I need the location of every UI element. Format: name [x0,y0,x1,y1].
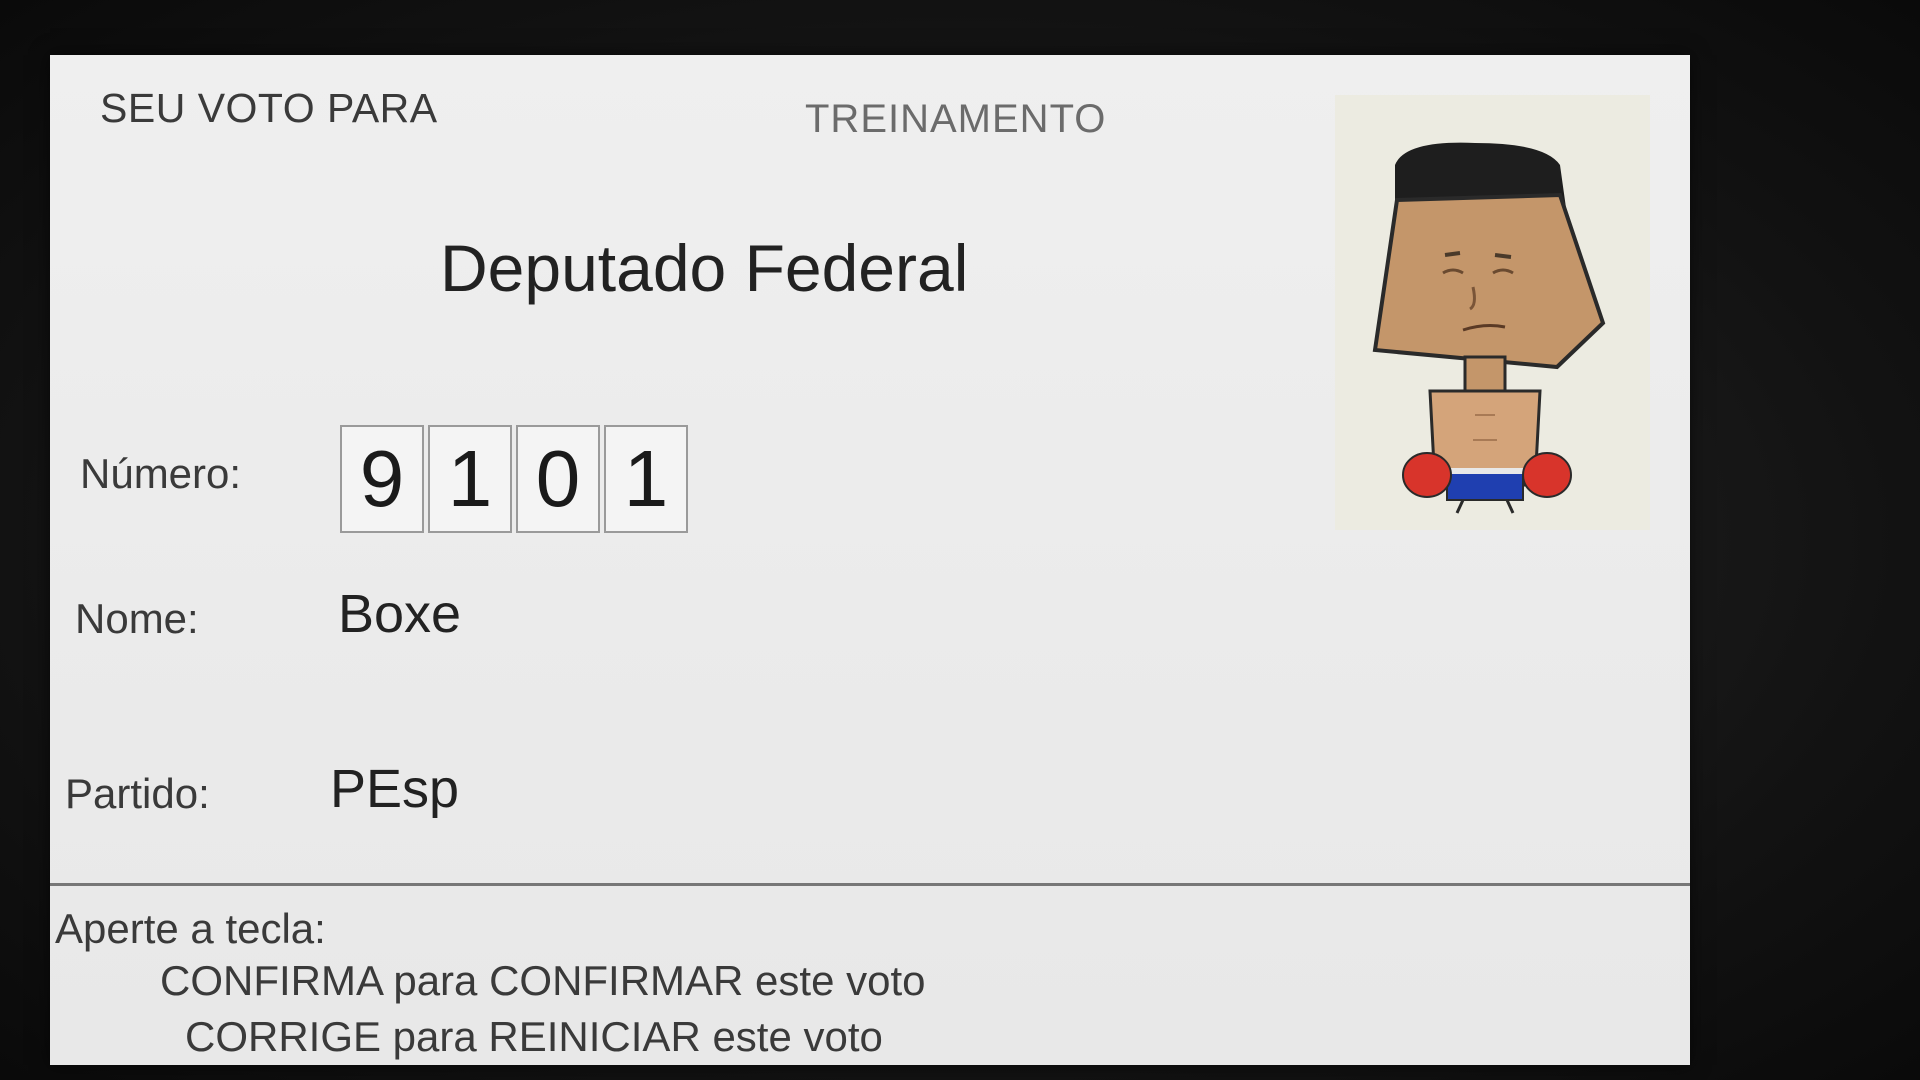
number-digit: 1 [428,425,512,533]
number-label: Número: [80,450,242,497]
footer-divider [50,883,1690,886]
instruction-heading: Aperte a tecla: [55,905,326,952]
name-label: Nome: [75,595,199,642]
candidate-party: PEsp [330,759,460,819]
party-label: Partido: [65,770,210,817]
candidate-name: Boxe [338,584,462,644]
number-digit: 0 [516,425,600,533]
office-title: Deputado Federal [440,231,969,305]
training-label: TREINAMENTO [805,97,1107,141]
voting-screen: SEU VOTO PARA TREINAMENTO Deputado Feder… [50,55,1690,1065]
candidate-number: 9 1 0 1 [340,425,688,533]
boxer-cartoon-icon [1372,142,1606,514]
number-digit: 1 [604,425,688,533]
correct-instruction: CORRIGE para REINICIAR este voto [185,1013,883,1060]
confirm-instruction: CONFIRMA para CONFIRMAR este voto [160,957,926,1004]
vote-for-header: SEU VOTO PARA [100,85,438,131]
number-digit: 9 [340,425,424,533]
candidate-photo [1335,95,1650,530]
